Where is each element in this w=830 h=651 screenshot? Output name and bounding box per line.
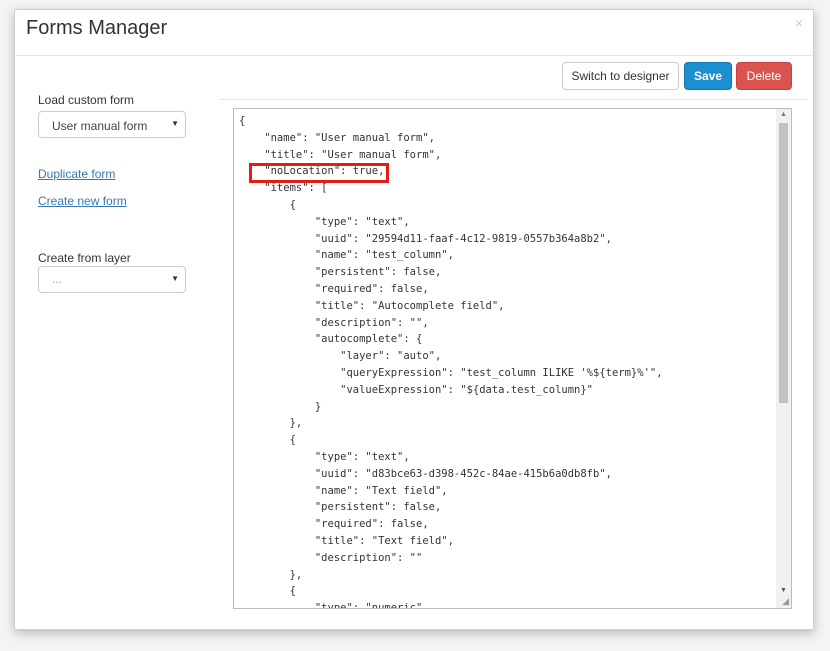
code-line: {	[239, 198, 296, 211]
code-line: "layer": "auto",	[239, 350, 442, 363]
code-line: "items": [	[239, 182, 328, 195]
code-line: "title": "Text field",	[239, 534, 454, 547]
scroll-up-icon[interactable]: ▲	[780, 111, 787, 118]
dialog-header: Forms Manager ×	[15, 10, 813, 56]
toolbar-divider	[219, 99, 807, 100]
code-line: "description": "",	[239, 316, 429, 329]
code-line: "uuid": "29594d11-faaf-4c12-9819-0557b36…	[239, 232, 612, 245]
code-line: "name": "Text field",	[239, 484, 448, 497]
code-line: "queryExpression": "test_column ILIKE '%…	[239, 366, 663, 379]
duplicate-form-link[interactable]: Duplicate form	[38, 167, 115, 181]
code-line: "required": false,	[239, 518, 429, 531]
resize-handle-icon[interactable]: ◢	[782, 596, 789, 607]
code-line: "title": "User manual form",	[239, 148, 442, 161]
code-line: {	[239, 585, 296, 598]
create-new-form-link[interactable]: Create new form	[38, 194, 127, 208]
layer-select[interactable]: ... ▼	[38, 266, 186, 293]
load-custom-form-label: Load custom form	[38, 93, 135, 107]
sidebar: Load custom form User manual form ▼ Dupl…	[15, 55, 215, 625]
code-line: {	[239, 434, 296, 447]
code-line: "uuid": "d83bce63-d398-452c-84ae-415b6a0…	[239, 467, 612, 480]
delete-button[interactable]: Delete	[736, 62, 792, 90]
scroll-thumb[interactable]	[779, 123, 788, 403]
editor-scrollbar[interactable]: ▲ ▼	[776, 109, 791, 608]
chevron-down-icon: ▼	[171, 119, 179, 128]
code-line: "name": "User manual form",	[239, 131, 435, 144]
code-line: "description": ""	[239, 551, 423, 564]
load-form-select[interactable]: User manual form ▼	[38, 111, 186, 138]
code-line: },	[239, 568, 303, 581]
code-line: },	[239, 417, 303, 430]
code-line: "persistent": false,	[239, 501, 442, 514]
code-line: "valueExpression": "${data.test_column}"	[239, 383, 594, 396]
create-from-layer-label: Create from layer	[38, 251, 131, 265]
code-line: "persistent": false,	[239, 266, 442, 279]
code-line: "noLocation": true,	[239, 165, 385, 178]
code-line: "type": "text",	[239, 450, 410, 463]
switch-to-designer-button[interactable]: Switch to designer	[562, 62, 679, 90]
code-line: "required": false,	[239, 282, 429, 295]
code-line: "name": "test_column",	[239, 249, 454, 262]
code-line: "type": "numeric",	[239, 602, 429, 609]
code-line: "title": "Autocomplete field",	[239, 299, 505, 312]
layer-select-placeholder: ...	[52, 272, 63, 286]
code-line: "autocomplete": {	[239, 333, 423, 346]
code-line: }	[239, 400, 322, 413]
code-line: {	[239, 115, 246, 127]
save-button[interactable]: Save	[684, 62, 732, 90]
code-content[interactable]: { "name": "User manual form", "title": "…	[239, 113, 663, 609]
json-code-editor[interactable]: { "name": "User manual form", "title": "…	[233, 108, 792, 609]
chevron-down-icon: ▼	[171, 274, 179, 283]
dialog-title: Forms Manager	[26, 17, 168, 39]
code-line: "type": "text",	[239, 215, 410, 228]
forms-manager-dialog: Forms Manager × Load custom form User ma…	[14, 9, 814, 630]
close-icon[interactable]: ×	[795, 15, 803, 31]
load-form-selected-value: User manual form	[52, 119, 148, 133]
scroll-down-icon[interactable]: ▼	[780, 587, 787, 594]
